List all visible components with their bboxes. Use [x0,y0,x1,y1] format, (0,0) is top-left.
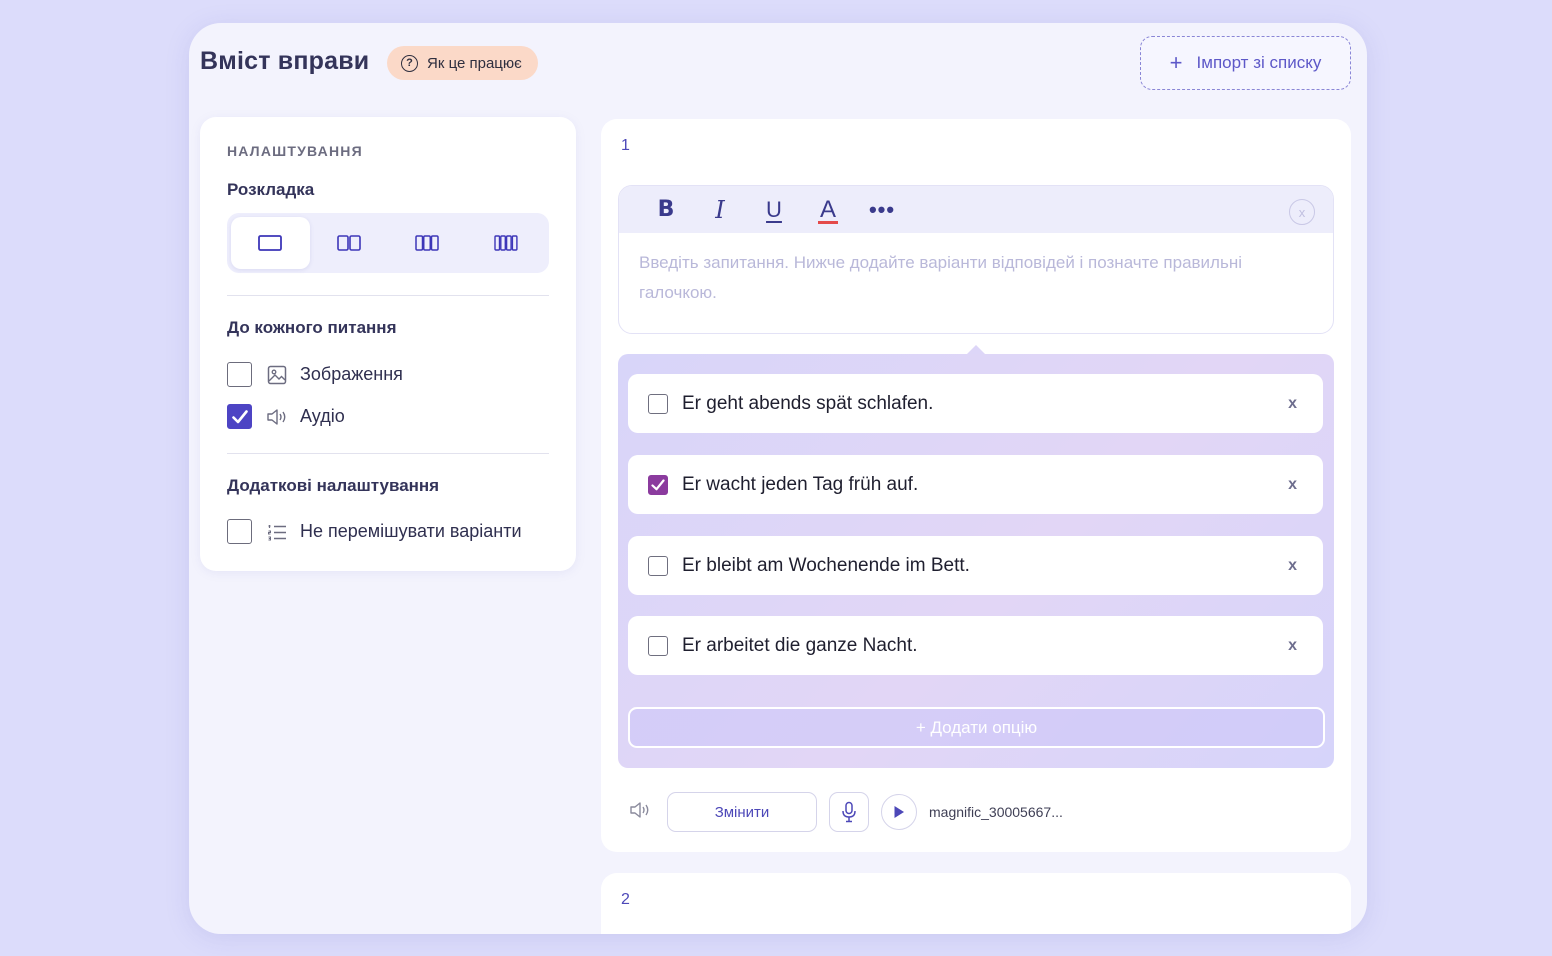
speaker-icon [629,801,651,824]
import-label: Імпорт зі списку [1196,53,1322,72]
layout-label: Розкладка [227,180,315,199]
answer-options-area: Er geht abends spät schlafen. x Er wacht… [618,354,1334,768]
numbered-list-icon [266,521,288,543]
layout-1-column-button[interactable] [231,217,310,269]
question-number: 2 [621,891,630,908]
settings-panel: НАЛАШТУВАННЯ Розкладка До кожного питанн… [200,117,576,571]
editor-toolbar: B I U A ••• x [619,186,1333,233]
image-icon [266,364,288,386]
answer-option: Er wacht jeden Tag früh auf. x [628,455,1323,514]
layout-single-icon [258,235,283,251]
question-card-1: 1 B I U A ••• x Введіть запитання. Нижче… [601,119,1351,852]
italic-button[interactable]: I [693,193,747,227]
image-checkbox[interactable] [227,362,252,387]
option-text[interactable]: Er arbeitet die ganze Nacht. [682,635,918,657]
option-correct-checkbox[interactable] [648,474,668,495]
remove-option-button[interactable]: x [1288,395,1297,413]
question-circle-icon: ? [401,54,418,72]
option-text[interactable]: Er bleibt am Wochenende im Bett. [682,555,970,577]
image-option-label: Зображення [300,364,403,384]
audio-file-name: magnific_30005667... [929,804,1063,820]
import-from-list-button[interactable]: + Імпорт зі списку [1140,36,1351,90]
option-text[interactable]: Er geht abends spät schlafen. [682,393,933,415]
audio-checkbox[interactable] [227,404,252,429]
speaker-icon [266,406,288,428]
layout-4-columns-button[interactable] [467,217,546,269]
bold-button[interactable]: B [639,193,693,227]
how-it-works-label: Як це працює [427,54,522,72]
layout-2-columns-button[interactable] [310,217,389,269]
underline-button[interactable]: U [747,193,801,227]
page-title: Вміст вправи [200,47,370,75]
editor-close-button[interactable]: x [1289,199,1315,225]
layout-two-columns-icon [336,235,361,251]
more-options-button[interactable]: ••• [855,193,909,227]
layout-3-columns-button[interactable] [388,217,467,269]
answer-option: Er geht abends spät schlafen. x [628,374,1323,433]
option-correct-checkbox[interactable] [648,635,668,656]
no-shuffle-checkbox[interactable] [227,519,252,544]
settings-divider-2 [227,453,549,454]
option-correct-checkbox[interactable] [648,555,668,576]
no-shuffle-option-label: Не перемішувати варіанти [300,521,522,541]
microphone-icon [842,801,856,823]
change-audio-button[interactable]: Змінити [667,792,817,832]
settings-divider [227,295,549,296]
answer-option: Er arbeitet die ganze Nacht. x [628,616,1323,675]
question-editor: B I U A ••• x Введіть запитання. Нижче д… [618,185,1334,334]
play-audio-button[interactable] [881,794,917,830]
audio-option-label: Аудіо [300,406,345,426]
extra-settings-label: Додаткові налаштування [227,476,440,495]
record-audio-button[interactable] [829,792,869,832]
no-shuffle-option-row[interactable]: Не перемішувати варіанти [227,519,522,544]
remove-option-button[interactable]: x [1288,637,1297,655]
image-option-row[interactable]: Зображення [227,362,403,387]
per-question-label: До кожного питання [227,318,397,337]
settings-heading: НАЛАШТУВАННЯ [227,143,363,159]
audio-option-row[interactable]: Аудіо [227,404,345,429]
how-it-works-button[interactable]: ? Як це працює [387,46,538,80]
question-number: 1 [621,137,630,154]
play-icon [894,806,904,818]
option-correct-checkbox[interactable] [648,393,668,414]
layout-selector [227,213,549,273]
text-color-button[interactable]: A [801,193,855,227]
checkmark-icon [231,409,248,423]
layout-four-columns-icon [494,235,518,251]
answer-option: Er bleibt am Wochenende im Bett. x [628,536,1323,595]
plus-icon: + [1169,50,1183,75]
question-card-2: 2 [601,873,1351,934]
option-text[interactable]: Er wacht jeden Tag früh auf. [682,474,918,496]
remove-option-button[interactable]: x [1288,557,1297,575]
question-audio-controls: Змінити magnific_30005667... [629,792,1063,832]
question-text-input[interactable]: Введіть запитання. Нижче додайте варіант… [619,233,1333,323]
add-option-button[interactable]: + Додати опцію [628,707,1325,748]
exercise-content-card: Вміст вправи ? Як це працює + Імпорт зі … [189,23,1367,934]
checkmark-icon [651,478,665,490]
remove-option-button[interactable]: x [1288,476,1297,494]
layout-three-columns-icon [415,235,439,251]
